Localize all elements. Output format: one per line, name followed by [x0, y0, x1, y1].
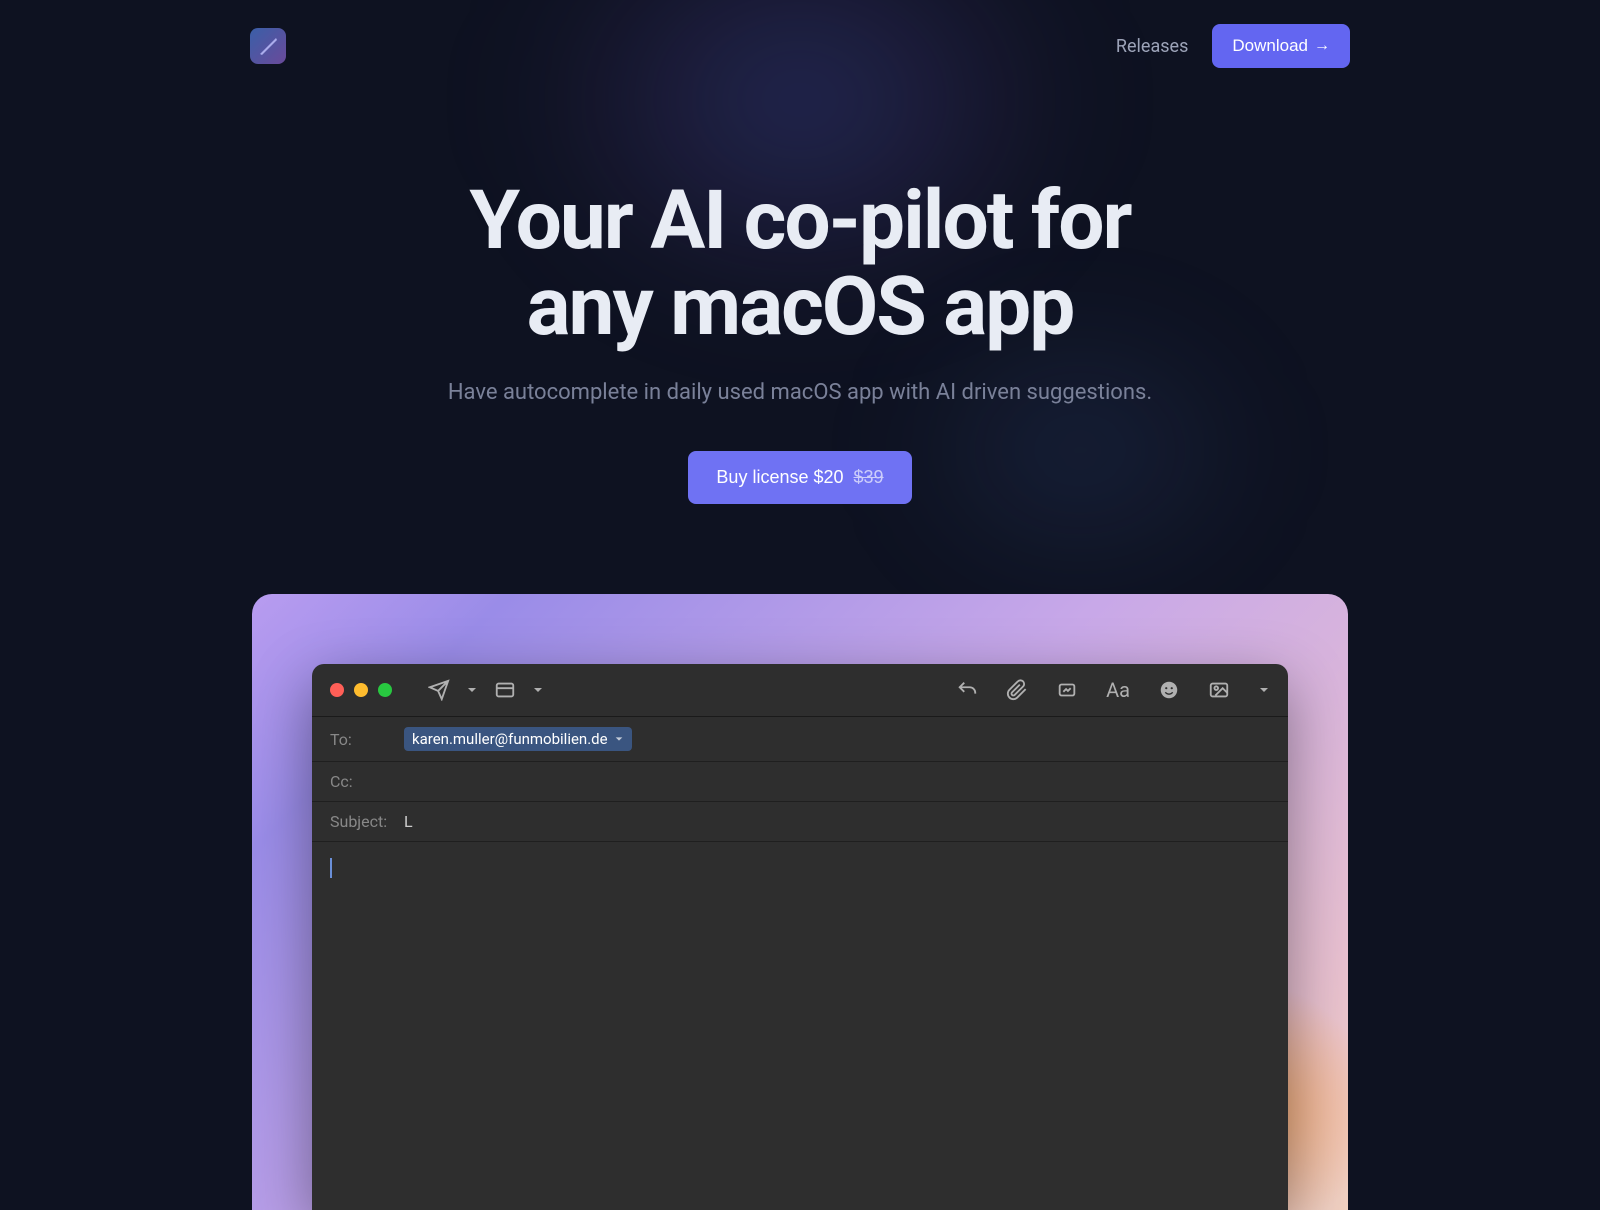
- mail-compose-window: Aa To: karen.muller@funmobilien.de Cc:: [312, 664, 1288, 1210]
- to-label: To:: [330, 730, 394, 749]
- recipient-pill[interactable]: karen.muller@funmobilien.de: [404, 727, 632, 751]
- attachment-icon[interactable]: [1006, 679, 1028, 701]
- chevron-down-icon: [614, 734, 624, 744]
- hero-section: Your AI co-pilot for any macOS app Have …: [0, 68, 1600, 504]
- chevron-down-icon[interactable]: [466, 684, 478, 696]
- app-logo[interactable]: [250, 28, 286, 64]
- buy-license-button[interactable]: Buy license $20 $39: [688, 451, 911, 504]
- header-fields-icon[interactable]: [494, 679, 516, 701]
- top-nav: Releases Download →: [0, 0, 1600, 68]
- arrow-right-icon: →: [1314, 37, 1330, 55]
- text-cursor: [330, 858, 332, 878]
- hero-headline: Your AI co-pilot for any macOS app: [0, 178, 1600, 350]
- window-traffic-lights: [330, 683, 392, 697]
- mail-toolbar: Aa: [312, 664, 1288, 717]
- emoji-icon[interactable]: [1158, 679, 1180, 701]
- minimize-window-icon[interactable]: [354, 683, 368, 697]
- link-icon[interactable]: [1056, 679, 1078, 701]
- download-label: Download: [1232, 36, 1308, 56]
- photo-icon[interactable]: [1208, 679, 1230, 701]
- subject-value: L: [404, 812, 413, 831]
- mail-body-area[interactable]: [312, 842, 1288, 1210]
- cc-field-row[interactable]: Cc:: [312, 762, 1288, 802]
- send-icon[interactable]: [428, 679, 450, 701]
- chevron-down-icon[interactable]: [532, 684, 544, 696]
- buy-label: Buy license $20: [716, 467, 843, 488]
- buy-strike-price: $39: [854, 467, 884, 488]
- hero-subhead: Have autocomplete in daily used macOS ap…: [0, 380, 1600, 405]
- to-field-row: To: karen.muller@funmobilien.de: [312, 717, 1288, 762]
- subject-field-row[interactable]: Subject: L: [312, 802, 1288, 842]
- subject-label: Subject:: [330, 812, 394, 831]
- releases-link[interactable]: Releases: [1116, 36, 1188, 57]
- maximize-window-icon[interactable]: [378, 683, 392, 697]
- close-window-icon[interactable]: [330, 683, 344, 697]
- cc-label: Cc:: [330, 772, 394, 791]
- reply-icon[interactable]: [956, 679, 978, 701]
- download-button[interactable]: Download →: [1212, 24, 1350, 68]
- format-icon[interactable]: Aa: [1106, 678, 1130, 702]
- chevron-down-icon[interactable]: [1258, 684, 1270, 696]
- demo-container: Aa To: karen.muller@funmobilien.de Cc:: [252, 594, 1348, 1210]
